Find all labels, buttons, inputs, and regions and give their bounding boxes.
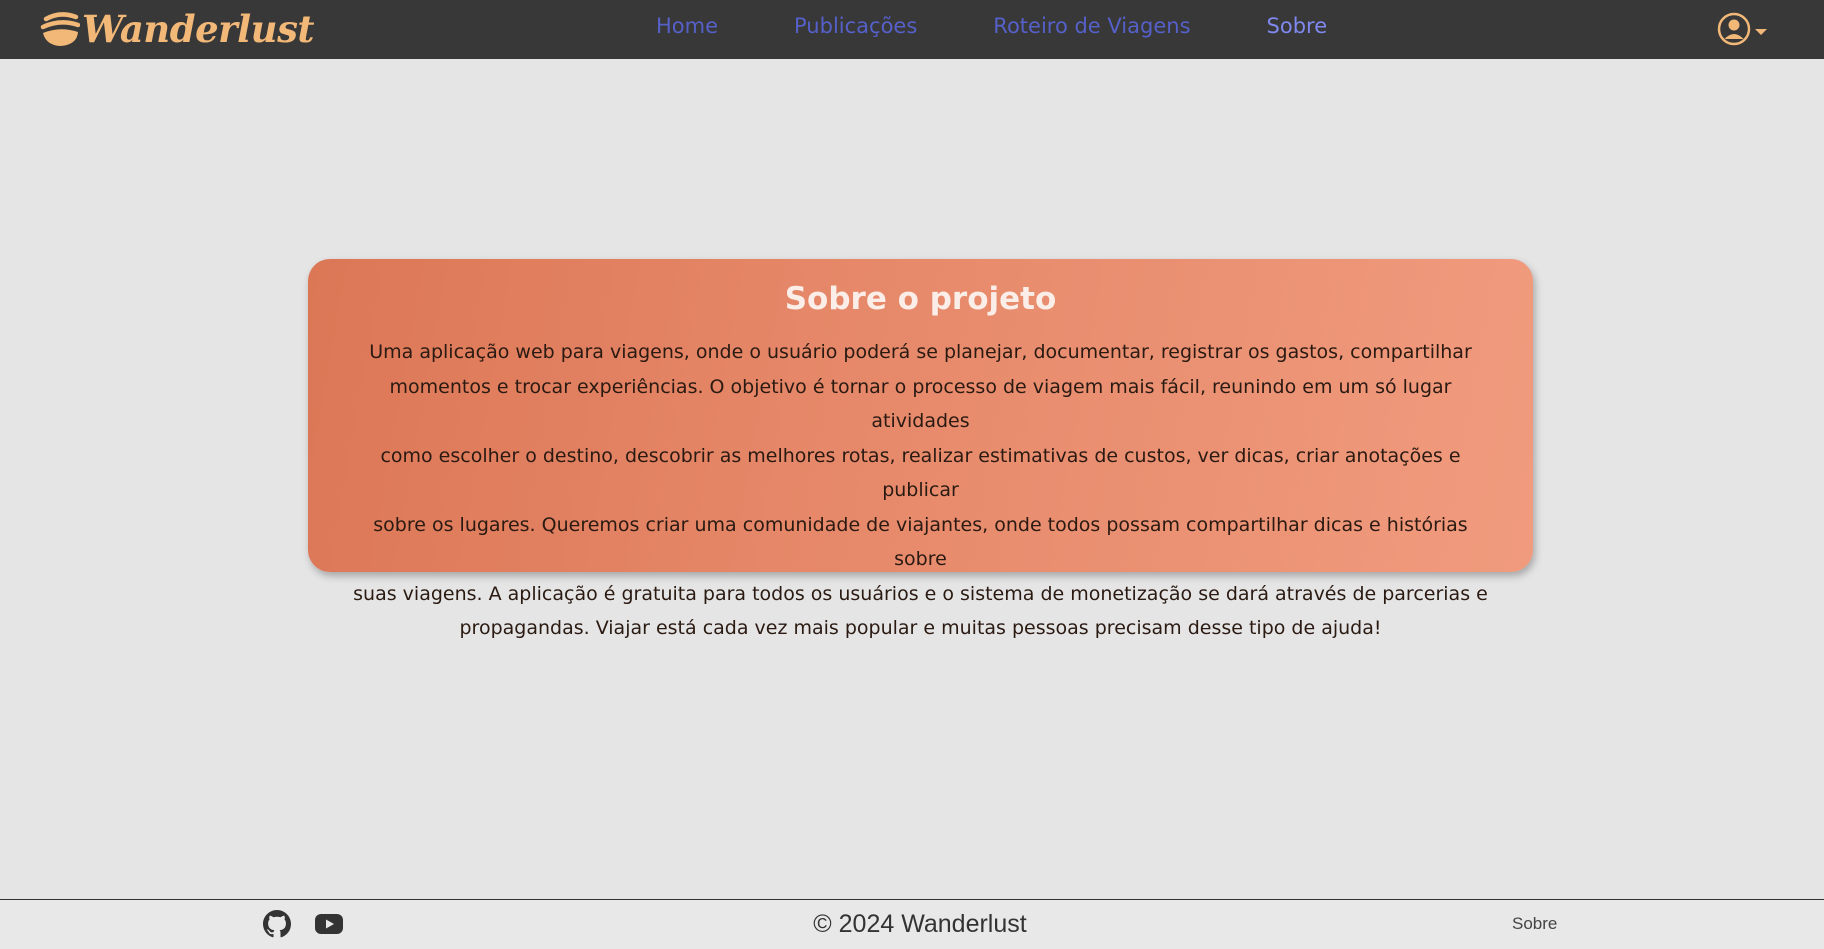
- description-line: Uma aplicação web para viagens, onde o u…: [369, 341, 1472, 363]
- description-line: propagandas. Viajar está cada vez mais p…: [459, 617, 1382, 639]
- main-nav: Home Publicações Roteiro de Viagens Sobr…: [630, 0, 1327, 52]
- description-line: suas viagens. A aplicação é gratuita par…: [353, 582, 1488, 605]
- description-line: como escolher o destino, descobrir as me…: [380, 444, 1461, 502]
- description-line: momentos e trocar experiências. O objeti…: [389, 375, 1452, 433]
- nav-home[interactable]: Home: [656, 14, 718, 38]
- card-title: Sobre o projeto: [784, 281, 1057, 317]
- nav-roteiro-de-viagens[interactable]: Roteiro de Viagens: [993, 14, 1190, 38]
- user-circle-icon: [1717, 12, 1751, 46]
- footer: © 2024 Wanderlust Sobre: [0, 899, 1824, 949]
- chevron-down-icon: [1755, 29, 1767, 35]
- brand-name: Wanderlust: [82, 7, 315, 51]
- description-line: sobre os lugares. Queremos criar uma com…: [373, 513, 1468, 571]
- navbar: Wanderlust Home Publicações Roteiro de V…: [0, 0, 1824, 59]
- card-description: Uma aplicação web para viagens, onde o u…: [344, 335, 1497, 646]
- sun-waves-logo-icon: [40, 12, 80, 46]
- about-card: Sobre o projeto Uma aplicação web para v…: [308, 259, 1533, 639]
- footer-link-sobre[interactable]: Sobre: [1512, 914, 1557, 934]
- brand-logo[interactable]: Wanderlust: [40, 6, 315, 52]
- nav-sobre[interactable]: Sobre: [1267, 14, 1328, 38]
- nav-publicacoes[interactable]: Publicações: [794, 14, 917, 38]
- user-menu-button[interactable]: [1717, 10, 1767, 48]
